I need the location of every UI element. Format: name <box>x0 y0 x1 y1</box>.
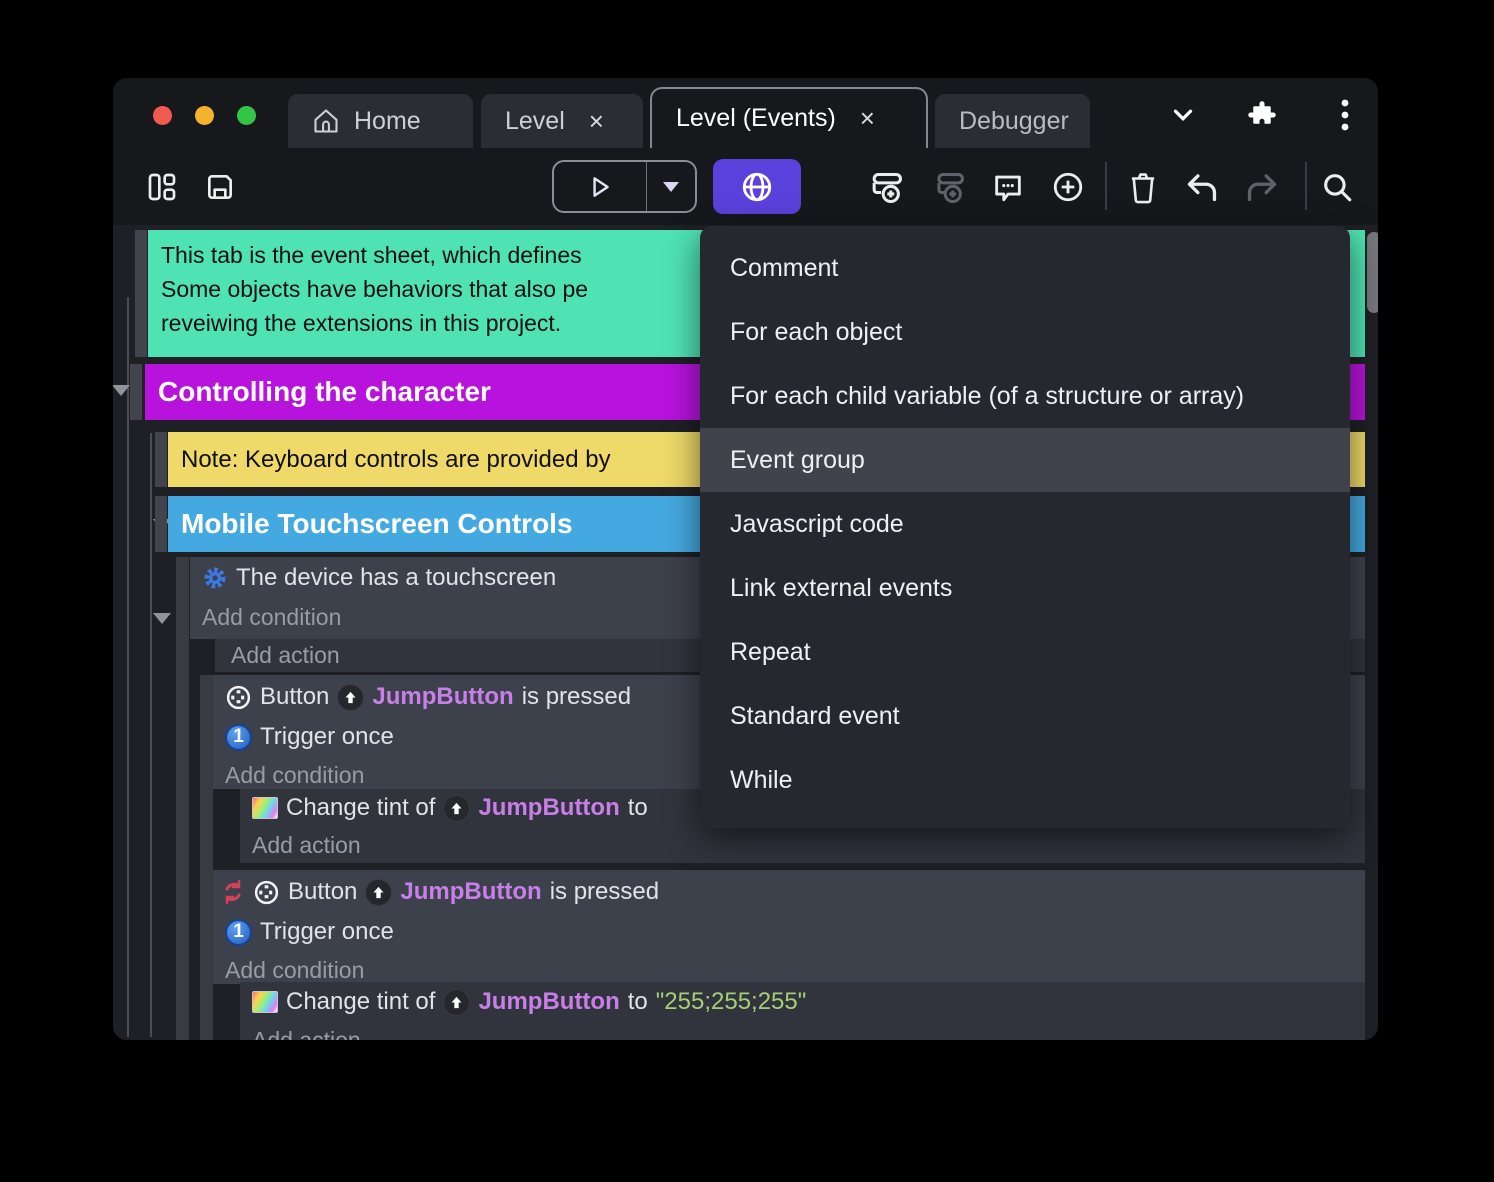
add-condition-button[interactable]: Add condition <box>213 952 1365 984</box>
condition-text: The device has a touchscreen <box>236 564 557 591</box>
condition-text: Trigger once <box>260 918 394 945</box>
event-drag-handle[interactable] <box>176 557 189 1040</box>
event-actions[interactable]: Add action <box>240 827 1365 863</box>
comment-drag-handle[interactable] <box>135 230 147 357</box>
menu-item-for-each-child-variable[interactable]: For each child variable (of a structure … <box>700 364 1350 428</box>
condition-suffix: is pressed <box>549 878 660 905</box>
add-comment-icon[interactable] <box>989 168 1027 206</box>
group-drag-handle[interactable] <box>155 496 167 552</box>
group-title: Mobile Touchscreen Controls <box>181 508 573 539</box>
menu-item-comment[interactable]: Comment <box>700 236 1350 300</box>
gear-icon <box>202 565 228 591</box>
comment-drag-handle[interactable] <box>155 432 167 487</box>
menu-item-javascript-code[interactable]: Javascript code <box>700 492 1350 556</box>
close-tab-icon[interactable]: × <box>860 103 875 134</box>
close-window-button[interactable] <box>153 106 172 125</box>
trigger-once-icon: 1 <box>225 723 252 751</box>
add-event-icon[interactable] <box>869 168 907 206</box>
object-name: JumpButton <box>372 683 514 710</box>
condition-suffix: is pressed <box>521 683 632 710</box>
object-thumbnail-arrow-icon <box>443 794 471 822</box>
menu-item-while[interactable]: While <box>700 748 1350 812</box>
play-options-dropdown[interactable] <box>647 162 695 211</box>
object-name: JumpButton <box>400 878 542 905</box>
event-actions[interactable]: Change tint of JumpButton to "255;255;25… <box>240 982 1365 1022</box>
kebab-menu-icon[interactable] <box>1328 99 1362 131</box>
action-suffix: to <box>627 988 648 1015</box>
add-subevent-icon[interactable] <box>931 168 969 206</box>
action-prefix: Change tint of <box>286 794 436 821</box>
delete-icon[interactable] <box>1124 168 1162 206</box>
tint-color-icon <box>252 991 278 1013</box>
action-suffix: to <box>627 794 648 821</box>
titlebar: Home Level × Level (Events) × Debugger <box>113 78 1378 148</box>
tab-label: Debugger <box>959 106 1069 135</box>
action-prefix: Change tint of <box>286 988 436 1015</box>
object-name: JumpButton <box>478 794 620 821</box>
app-window: Home Level × Level (Events) × Debugger T… <box>113 78 1378 1040</box>
add-action-button[interactable]: Add action <box>240 827 1365 863</box>
collapse-group-icon[interactable] <box>113 385 130 396</box>
tree-guide <box>150 433 152 1037</box>
play-button[interactable] <box>554 162 647 211</box>
object-name: JumpButton <box>478 988 620 1015</box>
event-actions[interactable]: Add action <box>240 1022 1365 1040</box>
chevron-down-icon[interactable] <box>1166 100 1200 130</box>
tint-color-icon <box>252 797 278 819</box>
extensions-puzzle-icon[interactable] <box>1245 100 1279 130</box>
play-button-group <box>552 160 697 213</box>
close-tab-icon[interactable]: × <box>589 106 604 137</box>
tab-label: Level (Events) <box>676 104 836 132</box>
action-value: "255;255;255" <box>655 988 807 1015</box>
menu-item-for-each-object[interactable]: For each object <box>700 300 1350 364</box>
tab-level-events[interactable]: Level (Events) × <box>650 87 928 148</box>
menu-item-event-group[interactable]: Event group <box>700 428 1350 492</box>
group-title: Controlling the character <box>158 376 491 407</box>
menu-item-link-external-events[interactable]: Link external events <box>700 556 1350 620</box>
group-drag-handle[interactable] <box>130 364 142 420</box>
search-icon[interactable] <box>1318 168 1356 206</box>
minimize-window-button[interactable] <box>195 106 214 125</box>
condition-text: Trigger once <box>260 723 394 750</box>
event-conditions[interactable]: Button JumpButton is pressed 1 Trigger o… <box>213 870 1365 984</box>
collapse-event-icon[interactable] <box>153 613 171 624</box>
tab-debugger[interactable]: Debugger <box>935 94 1090 148</box>
object-thumbnail-arrow-icon <box>337 683 365 711</box>
condition-prefix: Button <box>260 683 330 710</box>
add-circle-icon[interactable] <box>1049 168 1087 206</box>
invert-condition-icon <box>221 879 245 905</box>
condition-prefix: Button <box>288 878 358 905</box>
tab-label: Home <box>354 106 421 135</box>
toolbar <box>113 148 1378 225</box>
save-icon[interactable] <box>201 168 239 206</box>
menu-item-repeat[interactable]: Repeat <box>700 620 1350 684</box>
undo-icon[interactable] <box>1183 168 1221 206</box>
button-object-icon <box>253 879 280 906</box>
button-object-icon <box>225 684 252 711</box>
object-thumbnail-arrow-icon <box>443 988 471 1016</box>
scrollbar-thumb[interactable] <box>1367 232 1378 313</box>
project-manager-icon[interactable] <box>143 168 181 206</box>
tab-label: Level <box>505 106 565 135</box>
tab-level[interactable]: Level × <box>481 94 643 148</box>
object-thumbnail-arrow-icon <box>365 878 393 906</box>
event-drag-handle[interactable] <box>200 675 213 1040</box>
tab-home[interactable]: Home <box>288 94 473 148</box>
trigger-once-icon: 1 <box>225 918 252 946</box>
zoom-window-button[interactable] <box>237 106 256 125</box>
add-event-context-menu: Comment For each object For each child v… <box>700 226 1350 828</box>
preview-over-wifi-button[interactable] <box>713 159 801 214</box>
home-icon <box>312 107 340 135</box>
menu-item-standard-event[interactable]: Standard event <box>700 684 1350 748</box>
note-text: Note: Keyboard controls are provided by <box>181 445 611 473</box>
add-action-button[interactable]: Add action <box>240 1022 1365 1041</box>
redo-icon[interactable] <box>1243 168 1281 206</box>
tree-guide <box>127 297 129 1037</box>
